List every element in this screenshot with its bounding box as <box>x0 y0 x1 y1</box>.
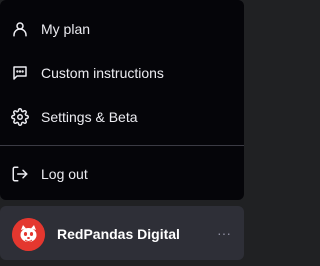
menu-item-label: Settings & Beta <box>41 109 138 125</box>
account-button[interactable]: RedPandas Digital ··· <box>0 206 244 260</box>
avatar <box>12 218 45 251</box>
ellipsis-icon[interactable]: ··· <box>213 224 235 242</box>
menu-item-log-out[interactable]: Log out <box>0 154 244 194</box>
user-icon <box>11 20 29 38</box>
logout-icon <box>11 165 29 183</box>
menu-item-label: Log out <box>41 166 88 182</box>
menu-item-settings[interactable]: Settings & Beta <box>0 97 244 137</box>
menu-item-custom-instructions[interactable]: Custom instructions <box>0 53 244 93</box>
message-icon <box>11 64 29 82</box>
gear-icon <box>11 108 29 126</box>
user-menu: My plan Custom instructions Settings & B… <box>0 0 244 200</box>
red-panda-logo <box>12 218 45 251</box>
menu-item-label: Custom instructions <box>41 65 164 81</box>
menu-divider <box>0 145 244 146</box>
menu-item-my-plan[interactable]: My plan <box>0 9 244 49</box>
account-name: RedPandas Digital <box>57 226 180 242</box>
menu-item-label: My plan <box>41 21 91 37</box>
